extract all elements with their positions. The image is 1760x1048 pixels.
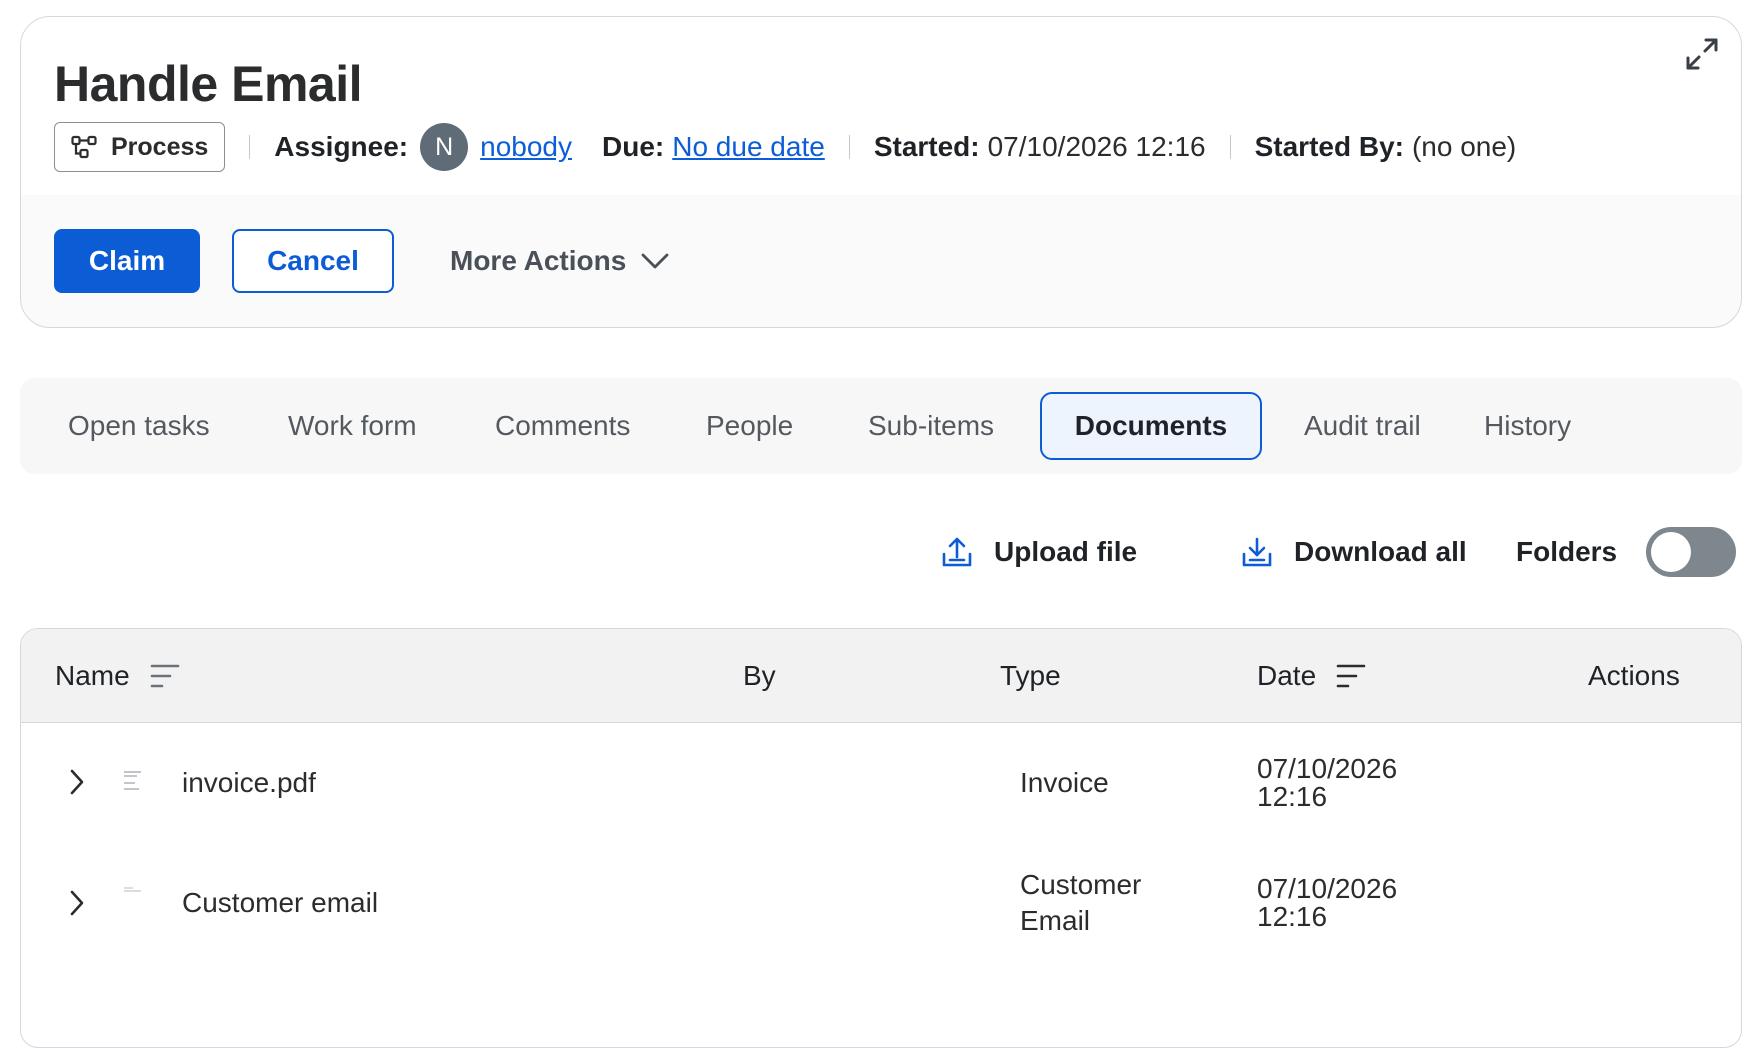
chevron-right-icon[interactable]	[67, 888, 87, 918]
document-type-line: Email	[1020, 905, 1091, 936]
assignee-label: Assignee:	[274, 131, 409, 162]
cancel-button[interactable]: Cancel	[232, 229, 394, 293]
column-name-label: Name	[55, 660, 130, 691]
assignee-avatar: N	[420, 123, 469, 171]
tab-open-tasks[interactable]: Open tasks	[68, 392, 210, 460]
expand-icon[interactable]	[1683, 35, 1721, 73]
task-meta-row: Process Assignee: N nobody Due: No due d…	[54, 122, 1516, 172]
tab-history[interactable]: History	[1484, 392, 1571, 460]
download-all-button[interactable]: Download all	[1240, 528, 1467, 576]
document-type: Customer Email	[1020, 843, 1141, 963]
process-icon	[71, 135, 97, 159]
task-header-card: Handle Email Process Assignee: N nobody …	[20, 16, 1742, 328]
document-thumbnail-icon	[121, 767, 147, 795]
started-label: Started:	[873, 131, 980, 162]
document-type: Invoice	[1020, 723, 1109, 843]
column-header-by[interactable]: By	[743, 629, 776, 723]
claim-button[interactable]: Claim	[54, 229, 200, 293]
started-value: 07/10/2026 12:16	[987, 131, 1206, 162]
upload-icon	[942, 537, 972, 567]
tab-documents[interactable]: Documents	[1040, 392, 1262, 460]
tab-bar: Open tasks Work form Comments People Sub…	[20, 378, 1742, 474]
document-date-line: 12:16	[1257, 901, 1328, 932]
tab-work-form[interactable]: Work form	[288, 392, 417, 460]
column-header-type[interactable]: Type	[1000, 629, 1061, 723]
folders-label: Folders	[1516, 536, 1618, 567]
document-name[interactable]: Customer email	[182, 843, 378, 963]
more-actions-button[interactable]: More Actions	[450, 245, 670, 277]
download-all-label: Download all	[1294, 536, 1467, 567]
column-header-name[interactable]: Name	[55, 629, 180, 723]
assignee-link[interactable]: nobody	[480, 131, 572, 163]
process-chip-label: Process	[111, 132, 209, 161]
document-type-line: Customer	[1020, 869, 1142, 900]
tab-sub-items[interactable]: Sub-items	[868, 392, 994, 460]
meta-separator	[848, 135, 850, 159]
header-top-section: Handle Email Process Assignee: N nobody …	[21, 17, 1741, 195]
download-icon	[1242, 537, 1272, 567]
upload-file-button[interactable]: Upload file	[940, 528, 1137, 576]
document-date-line: 07/10/2026	[1257, 753, 1398, 784]
folders-toggle[interactable]	[1646, 527, 1736, 577]
column-date-label: Date	[1257, 660, 1317, 691]
started-by-value: (no one)	[1411, 131, 1517, 162]
document-type-line: Invoice	[1020, 767, 1109, 798]
due-label: Due:	[602, 131, 665, 162]
tab-people[interactable]: People	[706, 392, 793, 460]
started-by-label: Started By:	[1254, 131, 1404, 162]
document-date-line: 12:16	[1257, 781, 1328, 812]
task-actions-row: Claim Cancel More Actions	[54, 229, 670, 293]
tab-audit-trail[interactable]: Audit trail	[1304, 392, 1421, 460]
table-row[interactable]: invoice.pdf Invoice 07/10/2026 12:16	[21, 723, 1741, 843]
process-chip[interactable]: Process	[54, 122, 226, 172]
sort-icon	[150, 664, 180, 688]
email-thumbnail-icon	[121, 883, 147, 911]
document-date: 07/10/2026 12:16	[1257, 723, 1397, 843]
document-date: 07/10/2026 12:16	[1257, 843, 1397, 963]
table-row[interactable]: Customer email Customer Email 07/10/2026…	[21, 843, 1741, 963]
document-name[interactable]: invoice.pdf	[182, 723, 316, 843]
meta-separator	[249, 135, 251, 159]
more-actions-label: More Actions	[450, 245, 627, 276]
meta-separator	[1229, 135, 1231, 159]
tab-comments[interactable]: Comments	[495, 392, 630, 460]
documents-table: Name By Type Date Actions invoice.pdf In…	[20, 628, 1742, 1048]
chevron-right-icon[interactable]	[67, 767, 87, 797]
toggle-knob	[1651, 532, 1691, 572]
table-header: Name By Type Date Actions	[21, 629, 1741, 723]
document-date-line: 07/10/2026	[1257, 873, 1398, 904]
column-header-date[interactable]: Date	[1257, 629, 1366, 723]
column-header-actions: Actions	[1588, 660, 1680, 691]
upload-file-label: Upload file	[994, 536, 1138, 567]
chevron-down-icon	[641, 253, 669, 269]
sort-icon	[1336, 664, 1366, 688]
page-title: Handle Email	[54, 56, 363, 112]
due-date-link[interactable]: No due date	[672, 131, 825, 163]
